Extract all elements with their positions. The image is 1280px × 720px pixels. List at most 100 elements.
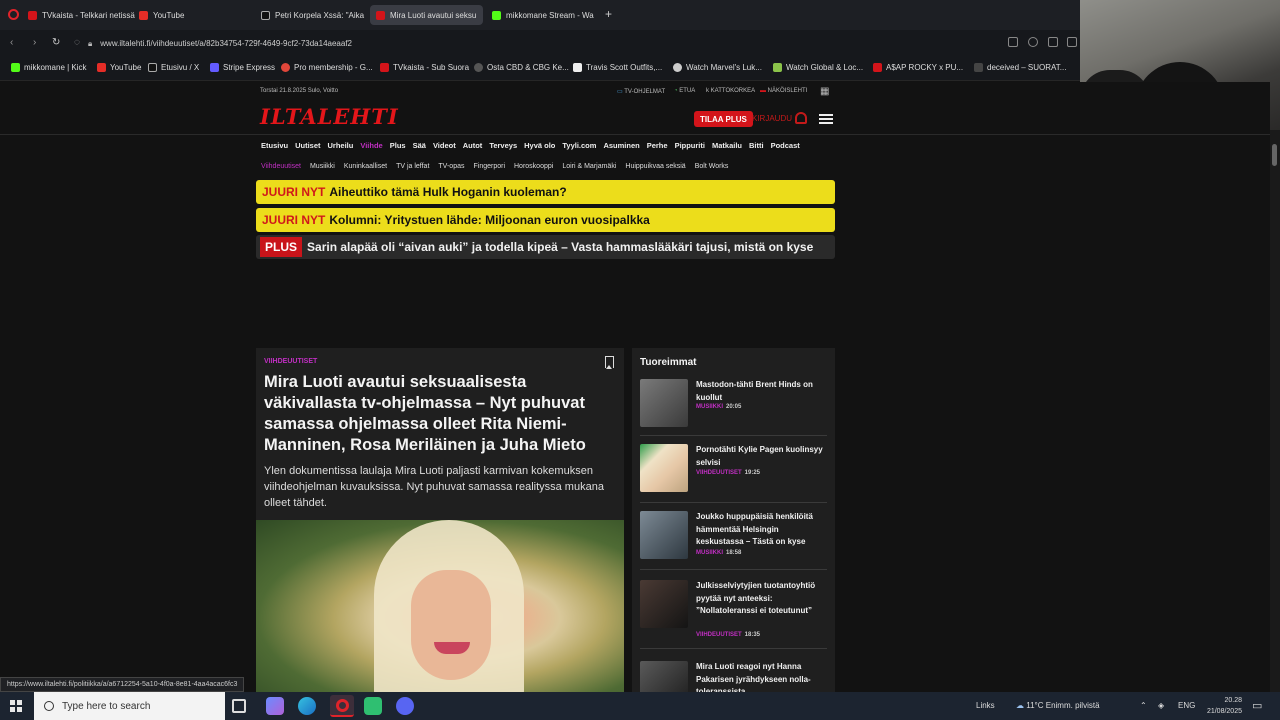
grid-icon[interactable]: ▦ xyxy=(820,86,829,97)
subnav-item[interactable]: Horoskooppi xyxy=(514,163,553,170)
edge-icon[interactable] xyxy=(298,697,316,715)
latest-meta: MUSIIKKI 20:05 xyxy=(696,404,741,410)
plus-teaser[interactable]: PLUS Sarin alapää oli “aivan auki” ja to… xyxy=(256,235,835,259)
tray-clock[interactable]: 20.28 21/08/2025 xyxy=(1198,695,1242,717)
bookmark-asap-rocky[interactable]: A$AP ROCKY x PU... xyxy=(873,63,963,72)
subnav-item[interactable]: Fingerpori xyxy=(473,163,505,170)
subnav-item[interactable]: Loiri & Marjamäki xyxy=(562,163,616,170)
iltalehti-logo[interactable]: ILTALEHTI xyxy=(260,104,399,129)
location-pin-icon xyxy=(281,63,290,72)
breaking-news-1[interactable]: JUURI NYT Aiheuttiko tämä Hulk Hoganin k… xyxy=(256,180,835,204)
sidebar-toggle-icon[interactable] xyxy=(1008,37,1018,47)
latest-item[interactable]: Mastodon-tähti Brent Hinds on kuollut MU… xyxy=(640,376,827,436)
breaking-news-2[interactable]: JUURI NYT Kolumni: Yritystuen lähde: Mil… xyxy=(256,208,835,232)
article-category[interactable]: VIIHDEUUTISET xyxy=(264,358,317,365)
address-field[interactable]: 🔒︎ www.iltalehti.fi/viihdeuutiset/a/82b3… xyxy=(88,35,988,52)
latest-item[interactable]: Mira Luoti reagoi nyt Hanna Pakarisen jy… xyxy=(640,658,827,692)
bookmark-stripe[interactable]: Stripe Express xyxy=(210,63,275,72)
tab-tvkaista[interactable]: TVkaista - Telkkari netissä xyxy=(22,5,137,25)
bookmark-youtube[interactable]: YouTube xyxy=(97,63,141,72)
tray-weather[interactable]: ☁ 11°C Enimm. pilvistä xyxy=(1016,701,1100,710)
nav-item[interactable]: Etusivu xyxy=(261,141,288,150)
bookmark-pro-membership[interactable]: Pro membership - G... xyxy=(281,63,373,72)
top-link-nakoislehti[interactable]: ▬ NÄKÖISLEHTI xyxy=(760,88,807,94)
subnav-item[interactable]: TV-opas xyxy=(438,163,464,170)
latest-meta: VIIHDEUUTISET 19:25 xyxy=(696,470,760,476)
chat-app-icon[interactable] xyxy=(364,697,382,715)
bookmark-travis-scott[interactable]: Travis Scott Outfits,... xyxy=(573,63,662,72)
bookmark-marvel[interactable]: Watch Marvel's Luk... xyxy=(673,63,762,72)
latest-item[interactable]: Joukko huppupäisiä henkilöitä hämmentää … xyxy=(640,508,827,570)
tab-x-post[interactable]: Petri Korpela Xssä: "Aika xyxy=(255,5,367,25)
taskbar-search[interactable]: Type here to search xyxy=(34,692,225,720)
camera-icon[interactable] xyxy=(1067,37,1077,47)
article-hero-image[interactable] xyxy=(256,520,624,692)
reload-icon[interactable]: ↻ xyxy=(52,37,60,48)
hamburger-menu-icon[interactable] xyxy=(819,114,833,124)
nav-item[interactable]: Perhe xyxy=(647,141,668,150)
subnav-item[interactable]: Huippuikvaa seksiä xyxy=(625,163,685,170)
bookmark-deceived[interactable]: deceived – SUORAT... xyxy=(974,63,1066,72)
shield-icon[interactable]: ◌ xyxy=(74,37,80,48)
nav-item[interactable]: Pippuriti xyxy=(675,141,705,150)
nav-item[interactable]: Uutiset xyxy=(295,141,320,150)
save-bookmark-icon[interactable] xyxy=(605,356,614,369)
tab-youtube[interactable]: YouTube xyxy=(133,5,243,25)
latest-item[interactable]: Pornotähti Kylie Pagen kuolinsyy selvisi… xyxy=(640,441,827,503)
tvkaista-icon xyxy=(28,10,37,20)
latest-item[interactable]: Julkisselviytyjien tuotantoyhtiö pyytää … xyxy=(640,577,827,649)
discord-icon[interactable] xyxy=(396,697,414,715)
widget-app-icon[interactable] xyxy=(266,697,284,715)
subnav-item[interactable]: Bolt Works xyxy=(695,163,729,170)
page-scrollbar[interactable] xyxy=(1270,130,1280,692)
nav-item[interactable]: Terveys xyxy=(489,141,517,150)
nav-item[interactable]: Bitti xyxy=(749,141,764,150)
tab-iltalehti-active[interactable]: Mira Luoti avautui seksu xyxy=(370,5,483,25)
search-icon[interactable] xyxy=(1028,37,1038,47)
bookmark-global[interactable]: Watch Global & Loc... xyxy=(773,63,863,72)
task-view-icon[interactable] xyxy=(232,699,246,713)
opera-icon[interactable] xyxy=(330,695,354,717)
nav-item[interactable]: Matkailu xyxy=(712,141,742,150)
top-link-etua[interactable]: ◔ ETUA xyxy=(674,88,695,94)
new-tab-button[interactable]: + xyxy=(605,8,612,20)
notification-icon[interactable]: ▭ xyxy=(1252,699,1262,712)
latest-meta: VIIHDEUUTISET 18:35 xyxy=(696,632,760,638)
bookmark-cbd[interactable]: Osta CBD & CBG Ke... xyxy=(474,63,569,72)
bookmark-kick[interactable]: mikkomane | Kick xyxy=(11,63,87,72)
nav-item[interactable]: Plus xyxy=(390,141,406,150)
back-icon[interactable]: ‹ xyxy=(10,37,13,48)
article-title[interactable]: Mira Luoti avautui seksuaalisesta väkiva… xyxy=(264,372,616,456)
subscribe-plus-button[interactable]: TILAA PLUS xyxy=(694,111,753,127)
subnav-item[interactable]: Musiikki xyxy=(310,163,335,170)
opera-logo-icon[interactable] xyxy=(8,9,19,20)
nav-item[interactable]: Sää xyxy=(413,141,426,150)
tray-links[interactable]: Links xyxy=(976,701,995,710)
login-link[interactable]: KIRJAUDU xyxy=(752,114,792,123)
nav-item-active[interactable]: Viihde xyxy=(360,141,382,150)
user-icon[interactable] xyxy=(795,112,807,124)
nav-item[interactable]: Podcast xyxy=(771,141,800,150)
top-link-tv[interactable]: ▭ TV-OHJELMAT xyxy=(617,88,665,95)
nav-item[interactable]: Hyvä olo xyxy=(524,141,555,150)
nav-item[interactable]: Tyyli.com xyxy=(562,141,596,150)
tab-kick[interactable]: mikkomane Stream - Wa xyxy=(486,5,598,25)
top-link-kattokorkea[interactable]: k KATTOKORKEA xyxy=(706,88,755,94)
tray-chevron-icon[interactable]: ⌃ xyxy=(1140,701,1147,710)
subnav-item[interactable]: TV ja leffat xyxy=(396,163,429,170)
nav-item[interactable]: Videot xyxy=(433,141,456,150)
windows-start-icon[interactable] xyxy=(10,700,22,712)
subnav-item[interactable]: Kuninkaalliset xyxy=(344,163,387,170)
nav-item[interactable]: Autot xyxy=(463,141,483,150)
scroll-thumb[interactable] xyxy=(1272,144,1277,166)
nav-item[interactable]: Asuminen xyxy=(603,141,639,150)
bookmark-tvkaista[interactable]: TVkaista - Sub Suora xyxy=(380,63,469,72)
edit-icon[interactable] xyxy=(1048,37,1058,47)
date-weather: Torstai 21.8.2025 Sulo, Voitto xyxy=(260,88,339,94)
bookmark-x[interactable]: Etusivu / X xyxy=(148,63,199,72)
network-icon[interactable]: ◈ xyxy=(1158,701,1164,710)
subnav-item-active[interactable]: Viihdeuutiset xyxy=(261,163,301,170)
nav-item[interactable]: Urheilu xyxy=(328,141,354,150)
tray-language[interactable]: ENG xyxy=(1178,701,1195,710)
forward-icon[interactable]: › xyxy=(33,37,36,48)
